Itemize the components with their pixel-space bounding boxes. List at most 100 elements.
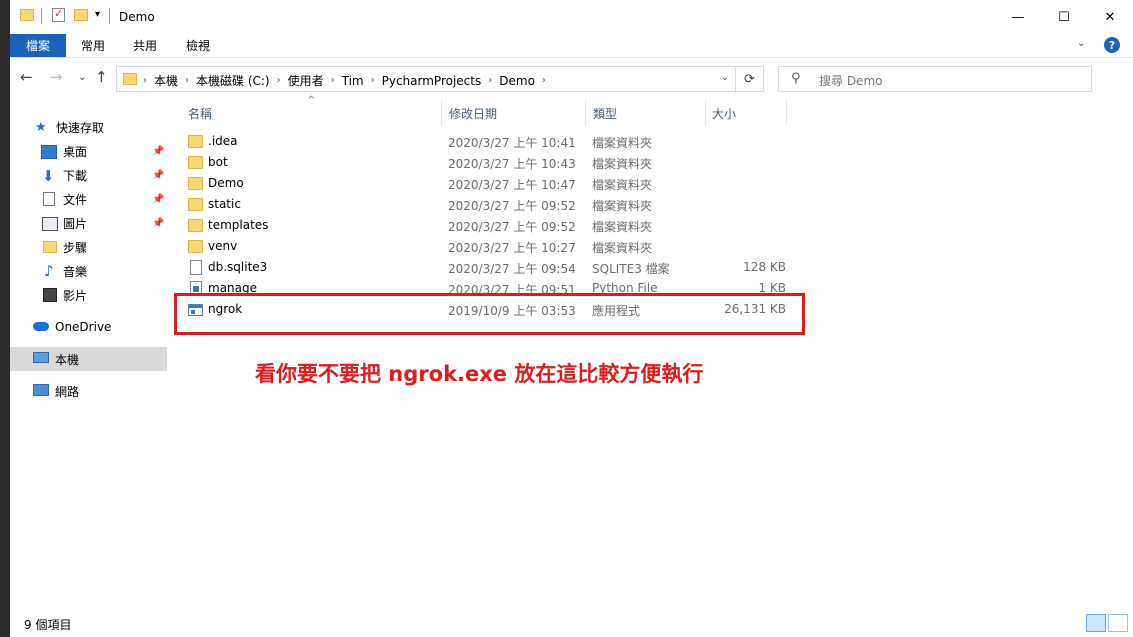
help-icon[interactable]: ? — [1104, 37, 1120, 53]
tab-share[interactable]: 共用 — [133, 34, 157, 57]
sidebar-item-label: 步驟 — [63, 240, 88, 255]
file-row[interactable]: db.sqlite3 2020/3/27 上午 09:54 SQLITE3 檔案… — [176, 257, 786, 278]
highlight-box — [174, 293, 805, 335]
tab-view[interactable]: 檢視 — [186, 34, 210, 57]
pin-icon[interactable]: 📌 — [152, 170, 164, 181]
breadcrumb-demo[interactable]: Demo — [492, 74, 542, 88]
sidebar-item-videos[interactable]: 影片 — [10, 283, 167, 307]
sidebar-item-music[interactable]: ♪ 音樂 — [10, 259, 167, 283]
sidebar-item-label: 圖片 — [63, 216, 88, 231]
new-folder-icon[interactable] — [74, 9, 88, 21]
sidebar-item-downloads[interactable]: ⬇ 下載 📌 — [10, 163, 167, 187]
minimize-button[interactable]: — — [995, 0, 1041, 34]
breadcrumb-drive-c[interactable]: 本機磁碟 (C:) — [189, 72, 277, 89]
sidebar-item-pictures[interactable]: 圖片 📌 — [10, 211, 167, 235]
pin-icon[interactable]: 📌 — [152, 218, 164, 229]
file-type: 檔案資料夾 — [592, 241, 653, 255]
file-type: 檔案資料夾 — [592, 199, 653, 213]
details-view-icon[interactable] — [1086, 614, 1106, 632]
column-header-size[interactable]: 大小 — [712, 100, 736, 126]
file-row[interactable]: templates 2020/3/27 上午 09:52 檔案資料夾 — [176, 215, 786, 236]
breadcrumb: › 本機 › 本機磁碟 (C:) › 使用者 › Tim › PycharmPr… — [143, 72, 546, 89]
sidebar-item-this-pc[interactable]: 本機 — [10, 347, 167, 371]
sidebar-item-label: OneDrive — [55, 320, 112, 334]
file-date: 2020/3/27 上午 10:41 — [448, 136, 576, 150]
file-type: 檔案資料夾 — [592, 178, 653, 192]
breadcrumb-pycharmprojects[interactable]: PycharmProjects — [375, 74, 489, 88]
folder-icon — [188, 177, 203, 190]
sidebar-item-onedrive[interactable]: OneDrive — [10, 315, 167, 339]
sidebar-item-network[interactable]: 網路 — [10, 379, 167, 403]
title-bar: ▾ Demo — ☐ ✕ — [10, 0, 1133, 34]
status-bar: 9 個項目 — [10, 610, 1133, 637]
sidebar-item-desktop[interactable]: 桌面 📌 — [10, 139, 167, 163]
recent-locations-icon[interactable]: ⌄ — [78, 72, 86, 83]
file-name: .idea — [208, 134, 238, 148]
folder-icon — [43, 241, 57, 253]
back-button[interactable]: ← — [20, 68, 33, 86]
forward-button[interactable]: → — [50, 68, 63, 86]
sidebar-item-label: 影片 — [63, 288, 88, 303]
desktop-icon — [41, 145, 57, 159]
file-type: 檔案資料夾 — [592, 157, 653, 171]
pictures-icon — [42, 217, 58, 231]
up-button[interactable]: ↑ — [95, 68, 108, 86]
computer-icon — [33, 352, 49, 363]
breadcrumb-users[interactable]: 使用者 — [281, 72, 331, 89]
file-size: 128 KB — [743, 260, 786, 274]
file-date: 2020/3/27 上午 09:52 — [448, 199, 576, 213]
customize-toolbar-icon[interactable]: ▾ — [95, 9, 100, 20]
file-date: 2020/3/27 上午 09:52 — [448, 220, 576, 234]
chevron-right-icon[interactable]: › — [542, 75, 546, 86]
maximize-button[interactable]: ☐ — [1041, 0, 1087, 34]
breadcrumb-tim[interactable]: Tim — [335, 74, 371, 88]
file-name: venv — [208, 239, 238, 253]
file-icon — [190, 260, 202, 275]
folder-icon — [188, 198, 203, 211]
properties-icon[interactable] — [52, 7, 65, 22]
search-input[interactable]: ⚲ 搜尋 Demo — [778, 66, 1092, 92]
expand-ribbon-icon[interactable]: ⌄ — [1077, 38, 1085, 49]
sidebar-item-steps[interactable]: 步驟 — [10, 235, 167, 259]
breadcrumb-this-pc[interactable]: 本機 — [147, 72, 185, 89]
desktop-background — [0, 0, 10, 637]
address-bar[interactable]: › 本機 › 本機磁碟 (C:) › 使用者 › Tim › PycharmPr… — [116, 66, 736, 92]
file-row[interactable]: Demo 2020/3/27 上午 10:47 檔案資料夾 — [176, 173, 786, 194]
sidebar-item-quick-access[interactable]: ★ 快速存取 — [10, 115, 167, 139]
large-icons-view-icon[interactable] — [1108, 614, 1128, 632]
item-count: 9 個項目 — [24, 618, 72, 632]
tab-home[interactable]: 常用 — [81, 34, 105, 57]
file-row[interactable]: static 2020/3/27 上午 09:52 檔案資料夾 — [176, 194, 786, 215]
column-divider[interactable] — [786, 100, 787, 126]
file-date: 2020/3/27 上午 10:27 — [448, 241, 576, 255]
file-row[interactable]: venv 2020/3/27 上午 10:27 檔案資料夾 — [176, 236, 786, 257]
sidebar-item-label: 本機 — [55, 352, 80, 367]
sidebar-item-label: 文件 — [63, 192, 88, 207]
sort-ascending-icon: ^ — [307, 95, 316, 106]
file-type: 檔案資料夾 — [592, 220, 653, 234]
file-row[interactable]: bot 2020/3/27 上午 10:43 檔案資料夾 — [176, 152, 786, 173]
tab-file[interactable]: 檔案 — [10, 34, 66, 57]
column-header-type[interactable]: 類型 — [593, 100, 617, 126]
column-divider[interactable] — [705, 100, 706, 126]
file-name: db.sqlite3 — [208, 260, 268, 274]
sidebar-item-documents[interactable]: 文件 📌 — [10, 187, 167, 211]
file-row[interactable]: .idea 2020/3/27 上午 10:41 檔案資料夾 — [176, 131, 786, 152]
file-date: 2020/3/27 上午 09:54 — [448, 262, 576, 276]
sidebar-item-label: 桌面 — [63, 144, 88, 159]
chevron-down-icon[interactable]: ⌄ — [721, 72, 729, 83]
file-name: templates — [208, 218, 269, 232]
column-header-name[interactable]: 名稱 — [188, 100, 212, 126]
folder-icon — [188, 135, 203, 148]
refresh-button[interactable]: ⟳ — [736, 66, 764, 92]
column-divider[interactable] — [585, 100, 586, 126]
search-icon: ⚲ — [791, 71, 801, 86]
column-header-date[interactable]: 修改日期 — [449, 100, 497, 126]
pin-icon[interactable]: 📌 — [152, 146, 164, 157]
column-divider[interactable] — [441, 100, 442, 126]
close-button[interactable]: ✕ — [1087, 0, 1133, 34]
file-date: 2020/3/27 上午 10:47 — [448, 178, 576, 192]
pin-icon[interactable]: 📌 — [152, 194, 164, 205]
window-title: Demo — [119, 10, 155, 24]
star-icon: ★ — [35, 120, 47, 135]
